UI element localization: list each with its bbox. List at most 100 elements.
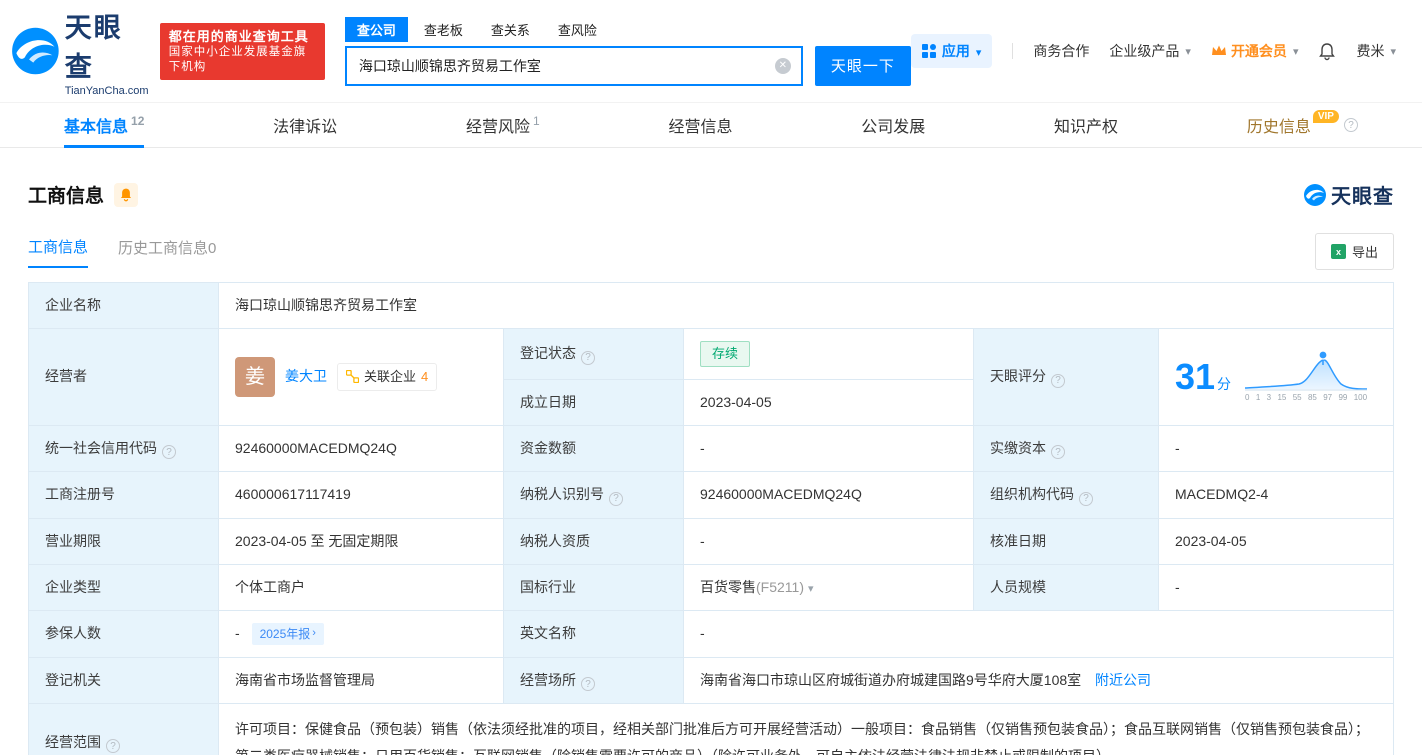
operator-name-link[interactable]: 姜大卫 xyxy=(285,366,327,387)
tab-business-info[interactable]: 经营信息 xyxy=(668,103,732,147)
help-icon[interactable] xyxy=(609,491,623,506)
tab-legal-proceedings[interactable]: 法律诉讼 xyxy=(273,103,337,147)
subtab-business-registration[interactable]: 工商信息 xyxy=(28,236,89,268)
chevron-down-icon[interactable]: ▾ xyxy=(808,583,814,595)
table-row: 工商注册号 460000617117419 纳税人识别号 92460000MAC… xyxy=(28,471,1394,519)
search-tab-risk[interactable]: 查风险 xyxy=(546,17,609,42)
business-info-table: 企业名称 海口琼山顺锦思齐贸易工作室 经营者 姜 姜大卫 关联企业 4 登记状态… xyxy=(28,282,1394,755)
search-input[interactable] xyxy=(346,47,801,84)
search-input-wrap xyxy=(344,45,803,86)
insured-count-label: 参保人数 xyxy=(28,609,219,658)
help-icon[interactable] xyxy=(581,350,595,365)
table-row: 企业名称 海口琼山顺锦思齐贸易工作室 xyxy=(28,282,1394,329)
annual-report-tag[interactable]: 2025年报 › xyxy=(251,622,324,645)
search-tab-company[interactable]: 查公司 xyxy=(344,16,408,42)
table-row: 企业类型 个体工商户 国标行业 百货零售(F5211) ▾ 人员规模 - xyxy=(28,563,1394,611)
section-title: 工商信息 xyxy=(28,186,105,207)
table-row: 统一社会信用代码 92460000MACEDMQ24Q 资金数额 - 实缴资本 … xyxy=(28,424,1394,472)
tab-business-risk[interactable]: 经营风险 1 xyxy=(466,103,540,147)
tianyancha-brand-icon xyxy=(1304,183,1326,206)
brand-text: 天眼查 xyxy=(1331,186,1394,208)
search-tab-boss[interactable]: 查老板 xyxy=(412,17,475,42)
subscribe-bell-icon[interactable] xyxy=(114,182,139,207)
establish-date-value: 2023-04-05 xyxy=(683,378,974,426)
help-icon[interactable] xyxy=(106,739,120,754)
tianyancha-watermark: 天眼查 xyxy=(1303,180,1394,209)
username: 费米 xyxy=(1356,43,1385,59)
search-button[interactable]: 天眼一下 xyxy=(814,45,911,86)
reg-status-value: 存续 xyxy=(683,328,974,380)
tianyancha-logo[interactable]: 天眼查 TianYanCha.com xyxy=(10,6,150,97)
apps-menu[interactable]: 应用 xyxy=(910,34,993,68)
help-icon[interactable] xyxy=(581,677,595,691)
business-address-value: 海南省海口市琼山区府城街道办府城建国路9号华府大厦108室 附近公司 xyxy=(683,656,1394,704)
chevron-down-icon xyxy=(976,43,982,59)
header-menu: 应用 商务合作 企业级产品 开通会员 费米 xyxy=(910,34,1396,68)
menu-divider xyxy=(1012,43,1014,59)
taxpayer-id-label: 纳税人识别号 xyxy=(503,471,684,519)
menu-business-coop[interactable]: 商务合作 xyxy=(1033,41,1089,61)
score-number[interactable]: 31 分 xyxy=(1175,355,1232,397)
tab-label: 法律诉讼 xyxy=(273,119,338,136)
score-label: 天眼评分 xyxy=(973,328,1159,426)
related-companies-label: 关联企业 xyxy=(364,369,417,384)
section-header: 工商信息 天眼查 xyxy=(28,180,1394,209)
user-menu[interactable]: 费米 xyxy=(1356,41,1396,61)
tab-basic-info[interactable]: 基本信息 12 xyxy=(64,103,145,148)
help-icon[interactable] xyxy=(1051,373,1065,388)
establish-date-label: 成立日期 xyxy=(503,378,684,426)
search-area: 查公司 查老板 查关系 查风险 天眼一下 xyxy=(344,16,911,86)
tab-label: 公司发展 xyxy=(861,119,926,136)
related-companies-count: 4 xyxy=(421,369,429,384)
industry-code: (F5211) xyxy=(756,578,804,595)
score-chart: 0 1 3 15 55 85 97 99 100 xyxy=(1245,349,1368,404)
operator-value: 姜 姜大卫 关联企业 4 xyxy=(218,328,504,426)
score-pin-icon xyxy=(1318,350,1328,360)
menu-vip[interactable]: 开通会员 xyxy=(1211,41,1299,61)
company-nav-tabs: 基本信息 12 法律诉讼 经营风险 1 经营信息 公司发展 知识产权 历史信息 … xyxy=(0,102,1422,148)
sub-tabs: 工商信息 历史工商信息0 导出 xyxy=(28,233,1394,270)
menu-enterprise-products[interactable]: 企业级产品 xyxy=(1109,41,1191,61)
company-type-value: 个体工商户 xyxy=(218,563,504,611)
tab-label: 经营信息 xyxy=(668,119,733,136)
table-row: 参保人数 - 2025年报 › 英文名称 - xyxy=(28,609,1394,658)
staff-size-value: - xyxy=(1158,563,1394,611)
business-term-label: 营业期限 xyxy=(28,517,219,565)
score-unit: 分 xyxy=(1217,375,1232,392)
staff-size-label: 人员规模 xyxy=(973,563,1159,611)
tab-history-info[interactable]: 历史信息 VIP xyxy=(1247,103,1358,147)
related-companies-pill[interactable]: 关联企业 4 xyxy=(337,363,438,391)
search-tabs: 查公司 查老板 查关系 查风险 xyxy=(344,16,911,42)
help-icon[interactable] xyxy=(162,445,176,459)
tab-company-development[interactable]: 公司发展 xyxy=(861,103,925,147)
help-icon[interactable] xyxy=(1051,445,1065,459)
reg-status-label: 登记状态 xyxy=(503,328,684,380)
export-button[interactable]: 导出 xyxy=(1314,233,1394,270)
avatar[interactable]: 姜 xyxy=(235,356,275,397)
nearby-companies-link[interactable]: 附近公司 xyxy=(1095,672,1151,688)
score-num: 31 xyxy=(1175,355,1216,397)
logo-brand: 天眼查 xyxy=(64,12,123,82)
subtab-history-registration[interactable]: 历史工商信息0 xyxy=(118,237,216,267)
business-scope-value: 许可项目：保健食品（预包装）销售（依法须经批准的项目，经相关部门批准后方可开展经… xyxy=(218,702,1394,755)
tab-intellectual-property[interactable]: 知识产权 xyxy=(1054,103,1118,147)
approval-date-value: 2023-04-05 xyxy=(1158,517,1394,565)
tab-label: 知识产权 xyxy=(1054,119,1119,136)
company-name-value: 海口琼山顺锦思齐贸易工作室 xyxy=(218,282,1394,329)
clear-icon[interactable] xyxy=(774,57,791,74)
search-tab-relation[interactable]: 查关系 xyxy=(479,17,542,42)
help-icon[interactable] xyxy=(1079,491,1093,506)
english-name-value: - xyxy=(683,609,1394,658)
bell-icon[interactable] xyxy=(1318,42,1336,61)
org-code-value: MACEDMQ2-4 xyxy=(1158,471,1394,519)
capital-label: 资金数额 xyxy=(503,424,684,472)
industry-label: 国标行业 xyxy=(503,563,684,611)
help-icon[interactable] xyxy=(1343,118,1358,132)
link-network-icon xyxy=(346,370,359,384)
grid-icon xyxy=(921,44,936,58)
tianyancha-logo-icon xyxy=(12,27,59,75)
enterprise-products-label: 企业级产品 xyxy=(1109,43,1180,59)
reg-authority-label: 登记机关 xyxy=(28,656,219,704)
business-address-label: 经营场所 xyxy=(503,656,684,704)
credit-code-value: 92460000MACEDMQ24Q xyxy=(218,424,504,472)
